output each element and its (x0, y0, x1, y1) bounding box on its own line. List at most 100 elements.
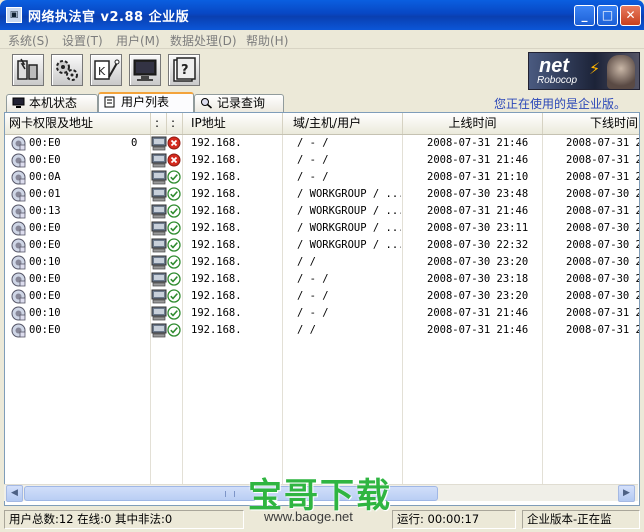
ip-cell: 192.168. (191, 273, 242, 285)
host-cell: / - / (297, 290, 329, 302)
mac-cell: 00:E0 (29, 290, 61, 302)
network-card-icon (11, 221, 26, 236)
network-card-icon (11, 238, 26, 253)
host-cell: / / (297, 256, 316, 268)
computer-icon (151, 204, 167, 219)
settings-button[interactable] (51, 54, 83, 86)
mac-tail-cell: 0 (131, 137, 138, 149)
mac-cell: 00:E0 (29, 324, 61, 336)
offline-time-cell: 2008-07-31 2 (566, 137, 640, 149)
ip-cell: 192.168. (191, 188, 242, 200)
table-row[interactable]: 00:E0 192.168. / WORKGROUP / ... 2008-07-30… (5, 220, 640, 237)
online-time-cell: 2008-07-31 21:46 (427, 137, 529, 149)
menu-system[interactable]: 系统(S) (8, 32, 49, 49)
offline-time-cell: 2008-07-31 2 (566, 307, 640, 319)
menu-settings[interactable]: 设置(T) (62, 32, 103, 49)
col-online-time[interactable]: 上线时间 (403, 113, 543, 134)
host-cell: / WORKGROUP / ... (297, 205, 401, 217)
watermark-url: www.baoge.net (264, 509, 353, 524)
mac-tail-cell (131, 152, 143, 169)
ip-cell: 192.168. (191, 205, 242, 217)
host-cell: / WORKGROUP / ... (297, 188, 401, 200)
tab-label: 用户列表 (121, 95, 170, 109)
col-host[interactable]: 域/主机/用户 (283, 113, 403, 134)
mac-tail-cell (131, 186, 143, 203)
network-card-icon (11, 306, 26, 321)
online-check-icon (167, 306, 181, 320)
computer-icon (151, 255, 167, 270)
scroll-left-icon[interactable]: ◀ (6, 485, 23, 502)
online-time-cell: 2008-07-31 21:46 (427, 307, 529, 319)
search-records-icon (201, 98, 212, 109)
close-button[interactable]: ✕ (620, 5, 641, 26)
table-row[interactable]: 00:E0 192.168. / WORKGROUP / ... 2008-07-30… (5, 237, 639, 254)
online-time-cell: 2008-07-31 21:10 (427, 171, 529, 183)
window-title: 网络执法官 v2.88 企业版 (28, 10, 190, 25)
table-row[interactable]: 00:13 192.168. / WORKGROUP / ... 2008-07-31… (5, 203, 640, 220)
table-header: 网卡权限及地址 : : IP地址 域/主机/用户 上线时间 下线时间 (5, 113, 639, 135)
online-time-cell: 2008-07-30 23:20 (427, 290, 529, 302)
host-cell: / WORKGROUP / ... (297, 239, 401, 251)
online-check-icon (167, 289, 181, 303)
table-row[interactable]: 00:E0 0 192.168. / - / 2008-07-31 21:46 2008-… (5, 135, 640, 152)
mac-tail-cell (131, 237, 143, 254)
mac-tail-cell (131, 305, 143, 322)
svg-text:?: ? (181, 63, 189, 78)
help-button[interactable]: ? (168, 54, 200, 86)
tab-user-list[interactable]: 用户列表 (98, 92, 194, 112)
title-bar[interactable]: ▣ 网络执法官 v2.88 企业版 _ □ ✕ (0, 0, 644, 30)
help-book-icon: ? (173, 57, 196, 82)
col-ip[interactable]: IP地址 (183, 113, 283, 134)
menu-users[interactable]: 用户(M) (116, 32, 160, 49)
ip-cell: 192.168. (191, 171, 242, 183)
mac-cell: 00:13 (29, 205, 61, 217)
table-row[interactable]: 00:10 192.168. / - / 2008-07-31 21:46 2008-0… (5, 305, 640, 322)
nic-config-button[interactable] (12, 54, 44, 86)
table-row[interactable]: 00:10 192.168. / / 2008-07-30 23:20 2008-07-… (5, 254, 639, 271)
table-row[interactable]: 00:E0 192.168. / - / 2008-07-31 21:46 2008-0… (5, 152, 639, 169)
offline-x-icon (167, 136, 181, 150)
offline-time-cell: 2008-07-30 2 (566, 273, 640, 285)
col-mac[interactable]: 网卡权限及地址 (5, 113, 151, 134)
online-check-icon (167, 187, 181, 201)
network-card-icon (11, 289, 26, 304)
table-row[interactable]: 00:E0 192.168. / / 2008-07-31 21:46 2008-07-… (5, 322, 639, 339)
tab-record-query[interactable]: 记录查询 (194, 94, 284, 112)
mac-cell: 00:E0 (29, 137, 61, 149)
online-time-cell: 2008-07-31 21:46 (427, 154, 529, 166)
offline-time-cell: 2008-07-31 2 (566, 205, 640, 217)
user-list-table[interactable]: 网卡权限及地址 : : IP地址 域/主机/用户 上线时间 下线时间 00:E0… (4, 112, 640, 506)
computer-icon (151, 306, 167, 321)
mac-cell: 00:E0 (29, 239, 61, 251)
table-row[interactable]: 00:E0 192.168. / - / 2008-07-30 23:20 2008-0… (5, 288, 640, 305)
computer-icon (151, 272, 167, 287)
table-row[interactable]: 00:01 192.168. / WORKGROUP / ... 2008-07-30… (5, 186, 639, 203)
menu-help[interactable]: 帮助(H) (246, 32, 288, 49)
tab-local-status[interactable]: 本机状态 (6, 94, 98, 112)
watermark: 宝哥下载 www.baoge.net (246, 468, 416, 526)
offline-time-cell: 2008-07-30 2 (566, 290, 640, 302)
permissions-button[interactable]: K (90, 54, 122, 86)
scroll-right-icon[interactable]: ▶ (618, 485, 635, 502)
host-cell: / - / (297, 154, 329, 166)
col-flag2[interactable]: : (167, 113, 183, 134)
monitor-button[interactable] (129, 54, 161, 86)
host-cell: / / (297, 324, 316, 336)
table-row[interactable]: 00:E0 192.168. / - / 2008-07-30 23:18 2008-0… (5, 271, 640, 288)
minimize-button[interactable]: _ (574, 5, 595, 26)
col-flag1[interactable]: : (151, 113, 167, 134)
ip-cell: 192.168. (191, 154, 242, 166)
menu-data[interactable]: 数据处理(D) (170, 32, 237, 49)
mac-tail-cell (131, 254, 143, 271)
online-time-cell: 2008-07-30 23:11 (427, 222, 529, 234)
table-row[interactable]: 00:0A 192.168. / - / 2008-07-31 21:10 2008-0… (5, 169, 639, 186)
network-card-icon (11, 255, 26, 270)
offline-x-icon (167, 153, 181, 167)
offline-time-cell: 2008-07-30 2 (566, 222, 640, 234)
ip-cell: 192.168. (191, 222, 242, 234)
mac-cell: 00:E0 (29, 273, 61, 285)
col-offline-time[interactable]: 下线时间 (543, 113, 639, 134)
maximize-button[interactable]: □ (597, 5, 618, 26)
online-check-icon (167, 170, 181, 184)
mac-cell: 00:01 (29, 188, 61, 200)
